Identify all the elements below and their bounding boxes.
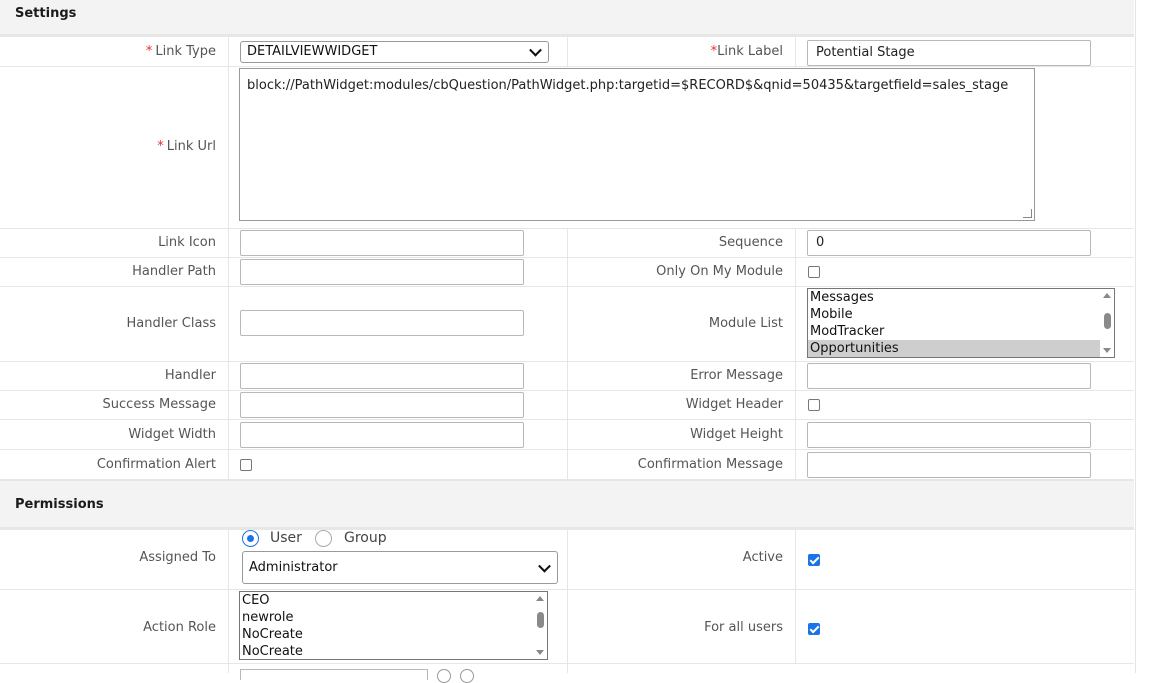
action-role-label: Action Role xyxy=(143,620,216,635)
scroll-down-icon xyxy=(536,650,544,655)
widget-header-checkbox[interactable] xyxy=(808,399,820,411)
handler-path-label: Handler Path xyxy=(132,264,216,279)
handler-label: Handler xyxy=(164,368,216,383)
link-icon-label: Link Icon xyxy=(158,235,216,250)
widget-height-label: Widget Height xyxy=(690,427,783,442)
user-radio-label: User xyxy=(270,530,302,546)
confirmation-message-label: Confirmation Message xyxy=(637,457,783,472)
row-assigned-to: Assigned To User Group Administrator Act… xyxy=(0,530,1134,590)
active-label: Active xyxy=(742,550,783,565)
partial-input[interactable] xyxy=(240,669,428,680)
scroll-down-icon xyxy=(1103,348,1111,353)
row-link-icon: Link Icon Sequence 0 xyxy=(0,229,1134,258)
list-item[interactable]: NoCreate xyxy=(240,643,547,659)
sequence-label: Sequence xyxy=(718,235,783,250)
form-container: Settings * Link Type DETAILVIEWWIDGET *Li… xyxy=(0,0,1136,683)
success-message-label: Success Message xyxy=(102,397,216,412)
row-handler-path: Handler Path Only On My Module xyxy=(0,258,1134,287)
partial-radio-icon xyxy=(460,669,474,683)
group-radio[interactable] xyxy=(315,530,332,547)
widget-width-input[interactable] xyxy=(240,422,524,448)
list-item[interactable]: ModTracker xyxy=(808,323,1114,340)
partial-radio-icon xyxy=(437,669,451,683)
row-handler: Handler Error Message xyxy=(0,362,1134,391)
chevron-down-icon xyxy=(538,559,551,573)
scrollbar[interactable] xyxy=(1100,289,1114,357)
widget-height-input[interactable] xyxy=(807,422,1091,448)
settings-section-title: Settings xyxy=(15,6,77,21)
list-item[interactable]: newrole xyxy=(240,609,547,626)
link-icon-input[interactable] xyxy=(240,230,524,256)
assigned-to-select[interactable]: Administrator xyxy=(242,551,558,584)
link-type-select[interactable]: DETAILVIEWWIDGET xyxy=(240,41,549,63)
link-label-label: *Link Label xyxy=(710,44,783,59)
handler-path-input[interactable] xyxy=(240,259,524,285)
widget-header-label: Widget Header xyxy=(685,397,783,412)
list-item[interactable]: Mobile xyxy=(808,306,1114,323)
handler-class-input[interactable] xyxy=(240,310,524,336)
user-radio[interactable] xyxy=(242,530,259,547)
row-widget-width: Widget Width Widget Height xyxy=(0,420,1134,450)
row-success-message: Success Message Widget Header xyxy=(0,391,1134,420)
confirmation-message-input[interactable] xyxy=(807,452,1091,478)
chevron-down-icon xyxy=(529,43,542,57)
row-action-role: Action Role CEO newrole NoCreate NoCreat… xyxy=(0,590,1134,664)
error-message-label: Error Message xyxy=(690,368,783,383)
list-item[interactable]: NoCreate xyxy=(240,626,547,643)
group-radio-label: Group xyxy=(344,530,387,546)
list-item[interactable]: Messages xyxy=(808,289,1114,306)
handler-input[interactable] xyxy=(240,363,524,389)
resize-handle-icon[interactable] xyxy=(1023,209,1032,218)
action-role-select[interactable]: CEO newrole NoCreate NoCreate xyxy=(239,591,548,660)
for-all-users-checkbox[interactable] xyxy=(808,623,820,635)
only-on-my-module-label: Only On My Module xyxy=(656,264,783,279)
error-message-input[interactable] xyxy=(807,363,1091,389)
widget-width-label: Widget Width xyxy=(128,427,216,442)
row-handler-class: Handler Class Module List Messages Mobil… xyxy=(0,287,1134,362)
for-all-users-label: For all users xyxy=(704,620,783,635)
module-list-select[interactable]: Messages Mobile ModTracker Opportunities xyxy=(807,288,1115,358)
permissions-section-title: Permissions xyxy=(15,497,104,512)
list-item-selected[interactable]: Opportunities xyxy=(808,340,1114,357)
confirmation-alert-label: Confirmation Alert xyxy=(96,457,216,472)
row-link-url: * Link Url block://PathWidget:modules/cbQ… xyxy=(0,67,1134,229)
link-type-label: * Link Type xyxy=(145,44,216,59)
permissions-section-header: Permissions xyxy=(0,480,1134,530)
row-link-type: * Link Type DETAILVIEWWIDGET *Link Label … xyxy=(0,37,1134,67)
link-url-label: * Link Url xyxy=(157,139,216,154)
confirmation-alert-checkbox[interactable] xyxy=(240,459,252,471)
list-item[interactable]: CEO xyxy=(240,592,547,609)
link-label-input[interactable]: Potential Stage xyxy=(807,40,1091,66)
handler-class-label: Handler Class xyxy=(126,316,216,331)
settings-section-header: Settings xyxy=(0,0,1134,37)
row-partial xyxy=(0,664,1134,683)
module-list-label: Module List xyxy=(708,316,783,331)
scroll-up-icon xyxy=(536,596,544,601)
active-checkbox[interactable] xyxy=(808,554,820,566)
only-on-my-module-checkbox[interactable] xyxy=(808,266,820,278)
scrollbar[interactable] xyxy=(533,592,547,659)
sequence-input[interactable]: 0 xyxy=(807,230,1091,256)
row-confirmation-alert: Confirmation Alert Confirmation Message xyxy=(0,450,1134,480)
assigned-to-label: Assigned To xyxy=(139,550,216,565)
link-url-textarea[interactable]: block://PathWidget:modules/cbQuestion/Pa… xyxy=(239,68,1035,221)
success-message-input[interactable] xyxy=(240,392,524,418)
scroll-up-icon xyxy=(1103,293,1111,298)
